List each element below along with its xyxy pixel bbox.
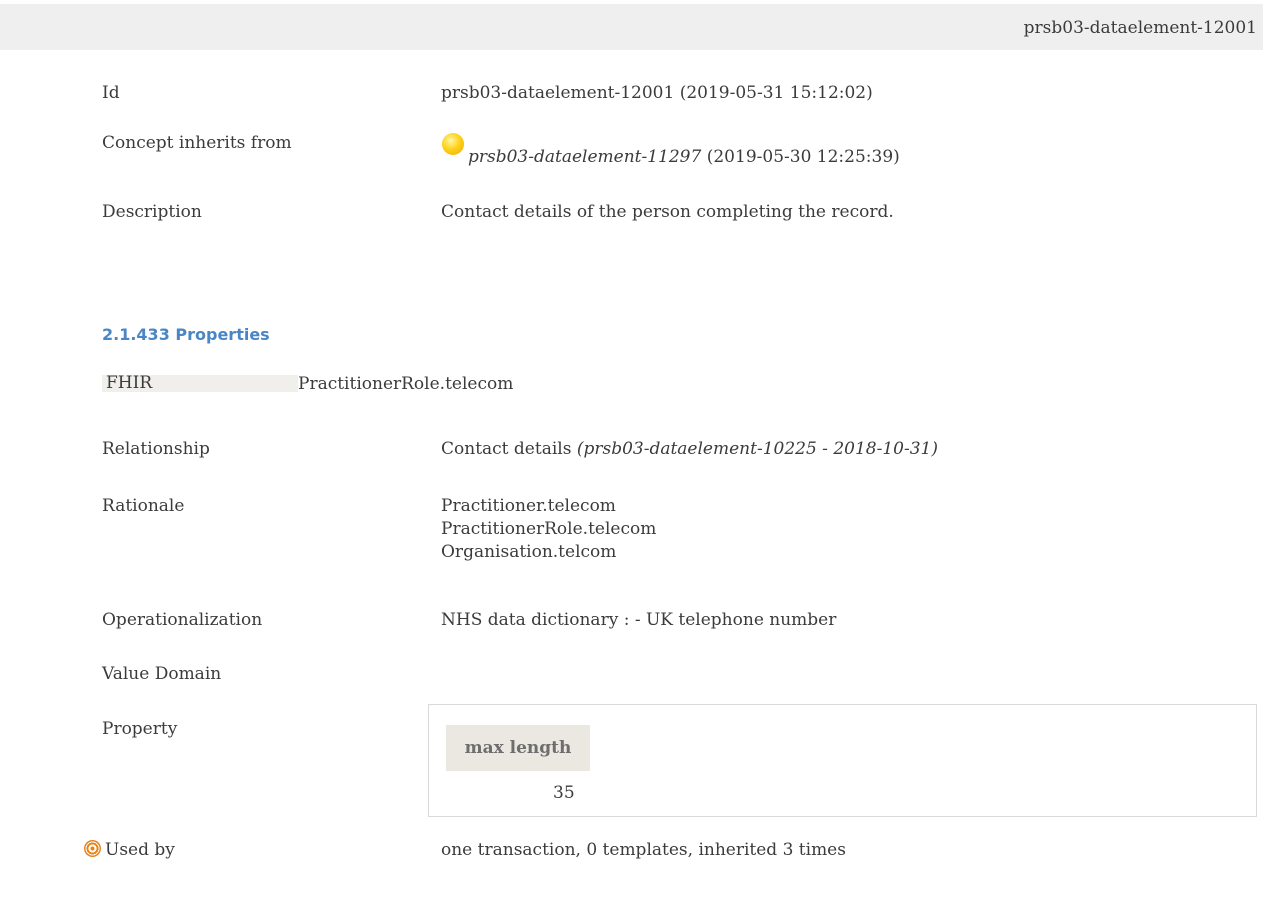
target-icon bbox=[84, 840, 101, 857]
property-value: 35 bbox=[553, 783, 575, 803]
property-table: max length 35 bbox=[428, 704, 1257, 817]
id-label: Id bbox=[102, 83, 120, 103]
used-by-text: Used by bbox=[105, 840, 175, 860]
operationalization-label: Operationalization bbox=[102, 610, 263, 630]
rationale-label: Rationale bbox=[102, 496, 185, 516]
relationship-text: Contact details bbox=[441, 439, 572, 459]
inherits-label: Concept inherits from bbox=[102, 133, 292, 153]
header-bar: prsb03-dataelement-12001 bbox=[0, 4, 1263, 50]
inherits-ref-link[interactable]: prsb03-dataelement-11297 bbox=[468, 147, 701, 167]
relationship-label: Relationship bbox=[102, 439, 210, 459]
rationale-line: Organisation.telcom bbox=[441, 542, 617, 562]
property-header: max length bbox=[446, 725, 590, 771]
inherits-value: prsb03-dataelement-11297 (2019-05-30 12:… bbox=[441, 133, 900, 167]
fhir-value: PractitionerRole.telecom bbox=[298, 374, 514, 394]
description-value: Contact details of the person completing… bbox=[441, 202, 894, 222]
description-label: Description bbox=[102, 202, 202, 222]
inherits-date: (2019-05-30 12:25:39) bbox=[706, 147, 900, 167]
lightbulb-icon bbox=[442, 133, 464, 155]
used-by-value: one transaction, 0 templates, inherited … bbox=[441, 840, 846, 860]
used-by-label: Used by bbox=[84, 840, 175, 860]
fhir-label: FHIR bbox=[102, 375, 298, 392]
operationalization-value: NHS data dictionary : - UK telephone num… bbox=[441, 610, 837, 630]
rationale-value: Practitioner.telecom PractitionerRole.te… bbox=[441, 495, 656, 564]
rationale-line: PractitionerRole.telecom bbox=[441, 519, 657, 539]
rationale-line: Practitioner.telecom bbox=[441, 496, 616, 516]
value-domain-label: Value Domain bbox=[102, 664, 222, 684]
properties-section-title: 2.1.433 Properties bbox=[102, 325, 270, 344]
relationship-ref: (prsb03-dataelement-10225 - 2018-10-31) bbox=[576, 439, 938, 459]
property-label: Property bbox=[102, 719, 178, 739]
header-id: prsb03-dataelement-12001 bbox=[1023, 18, 1257, 38]
id-value: prsb03-dataelement-12001 (2019-05-31 15:… bbox=[441, 83, 873, 103]
relationship-value: Contact details (prsb03-dataelement-1022… bbox=[441, 439, 938, 459]
